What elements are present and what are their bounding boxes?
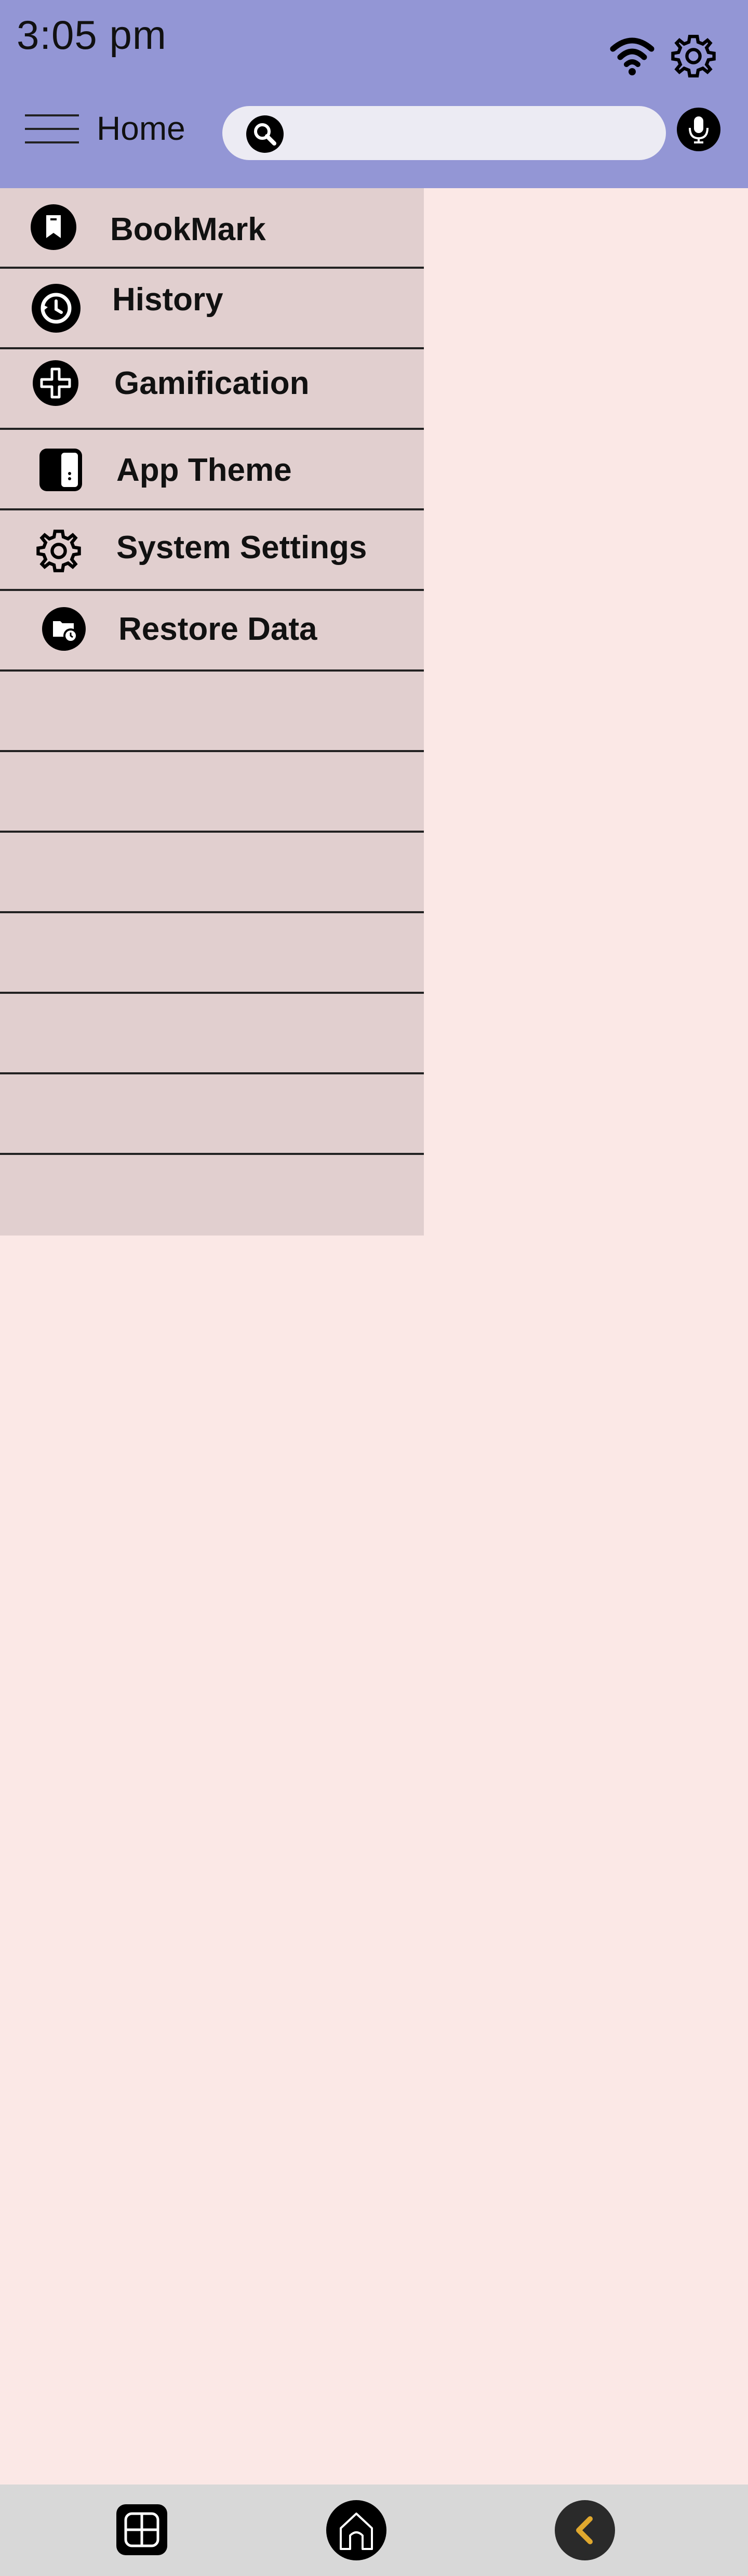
home-icon[interactable] xyxy=(325,2499,388,2561)
settings-icon xyxy=(36,530,81,572)
menu-item-empty xyxy=(0,913,424,994)
menu-item-history[interactable]: History xyxy=(0,269,424,349)
menu-item-app-theme[interactable]: App Theme xyxy=(0,430,424,510)
bookmark-icon xyxy=(31,204,76,250)
menu-item-label: BookMark xyxy=(110,212,266,247)
restore-icon xyxy=(42,607,86,651)
menu-item-empty xyxy=(0,752,424,833)
menu-item-system-settings[interactable]: System Settings xyxy=(0,510,424,591)
side-menu: BookMark History Gamification App Theme xyxy=(0,188,424,1236)
menu-item-label: App Theme xyxy=(116,452,292,488)
menu-item-restore-data[interactable]: Restore Data xyxy=(0,591,424,672)
gamepad-icon xyxy=(33,360,78,406)
hamburger-line xyxy=(25,128,79,130)
menu-item-empty xyxy=(0,1074,424,1155)
menu-item-label: Gamification xyxy=(114,365,310,401)
search-input[interactable] xyxy=(295,113,650,154)
menu-item-empty xyxy=(0,994,424,1074)
menu-item-bookmark[interactable]: BookMark xyxy=(0,188,424,269)
hamburger-menu-button[interactable] xyxy=(25,114,79,147)
menu-item-empty xyxy=(0,833,424,913)
search-icon[interactable] xyxy=(245,114,285,154)
gear-icon[interactable] xyxy=(670,30,717,82)
wifi-icon xyxy=(610,37,654,75)
bottom-nav-bar xyxy=(0,2485,748,2576)
mic-icon[interactable] xyxy=(676,107,721,152)
history-icon xyxy=(32,284,81,333)
menu-item-label: Restore Data xyxy=(118,611,317,647)
top-bar: 3:05 pm Home xyxy=(0,0,748,188)
grid-icon[interactable] xyxy=(113,2501,170,2558)
back-icon[interactable] xyxy=(554,2499,616,2561)
menu-item-empty xyxy=(0,1155,424,1236)
menu-item-label: System Settings xyxy=(116,530,367,566)
search-bar[interactable] xyxy=(222,106,666,160)
menu-item-empty xyxy=(0,672,424,752)
status-time: 3:05 pm xyxy=(17,12,167,58)
theme-icon xyxy=(39,449,82,491)
menu-item-gamification[interactable]: Gamification xyxy=(0,349,424,430)
page-title: Home xyxy=(97,110,185,147)
menu-item-label: History xyxy=(112,282,223,318)
hamburger-line xyxy=(25,141,79,143)
hamburger-line xyxy=(25,114,79,116)
